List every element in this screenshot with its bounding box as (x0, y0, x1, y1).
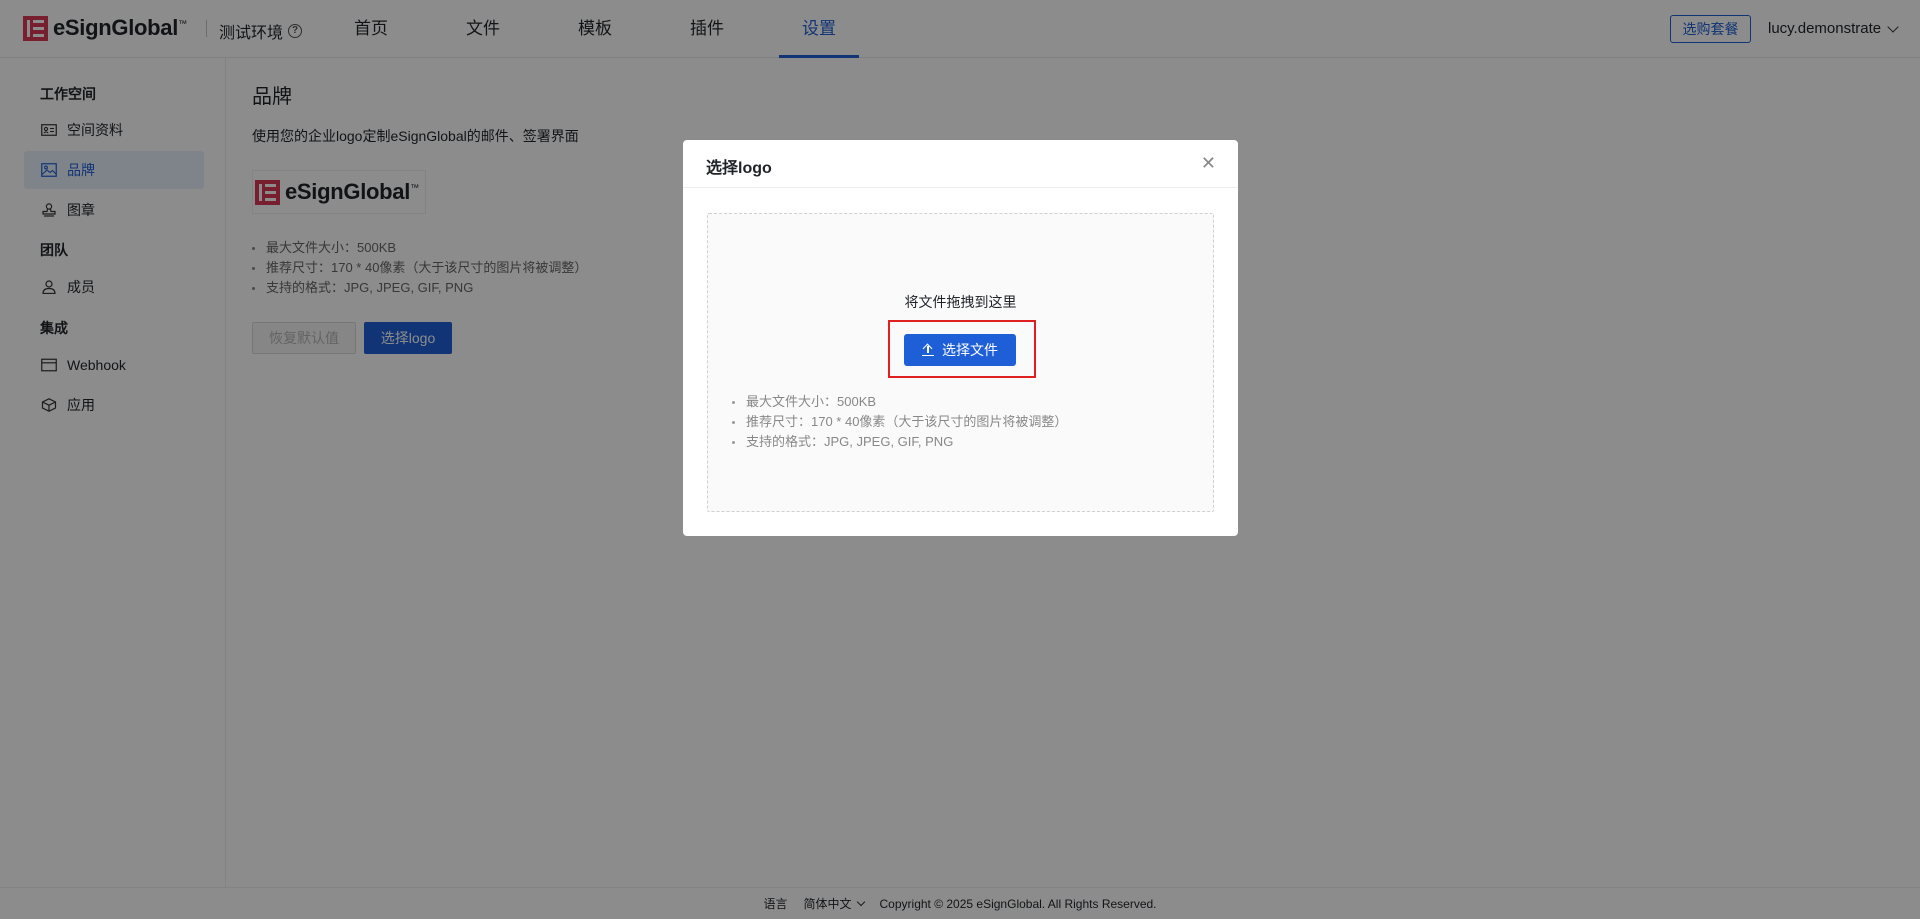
drop-instruction: 将文件拖拽到这里 (904, 294, 1017, 310)
file-drop-zone[interactable]: 将文件拖拽到这里 选择文件 最大文件大小：500KB 推荐尺寸：170 * 40… (707, 213, 1214, 512)
select-file-label: 选择文件 (942, 342, 998, 358)
dialog-header: 选择logo ✕ (683, 140, 1238, 188)
select-file-button[interactable]: 选择文件 (904, 334, 1016, 366)
upload-requirements-list: 最大文件大小：500KB 推荐尺寸：170 * 40像素（大于该尺寸的图片将被调… (732, 392, 1067, 452)
list-item: 支持的格式：JPG, JPEG, GIF, PNG (732, 432, 1067, 452)
upload-icon (922, 344, 934, 356)
select-logo-dialog: 选择logo ✕ 将文件拖拽到这里 选择文件 最大文件大小：500KB 推荐尺寸… (683, 140, 1238, 536)
close-icon[interactable]: ✕ (1201, 154, 1216, 172)
list-item: 推荐尺寸：170 * 40像素（大于该尺寸的图片将被调整） (732, 412, 1067, 432)
list-item: 最大文件大小：500KB (732, 392, 1067, 412)
dialog-title: 选择logo (706, 160, 772, 177)
